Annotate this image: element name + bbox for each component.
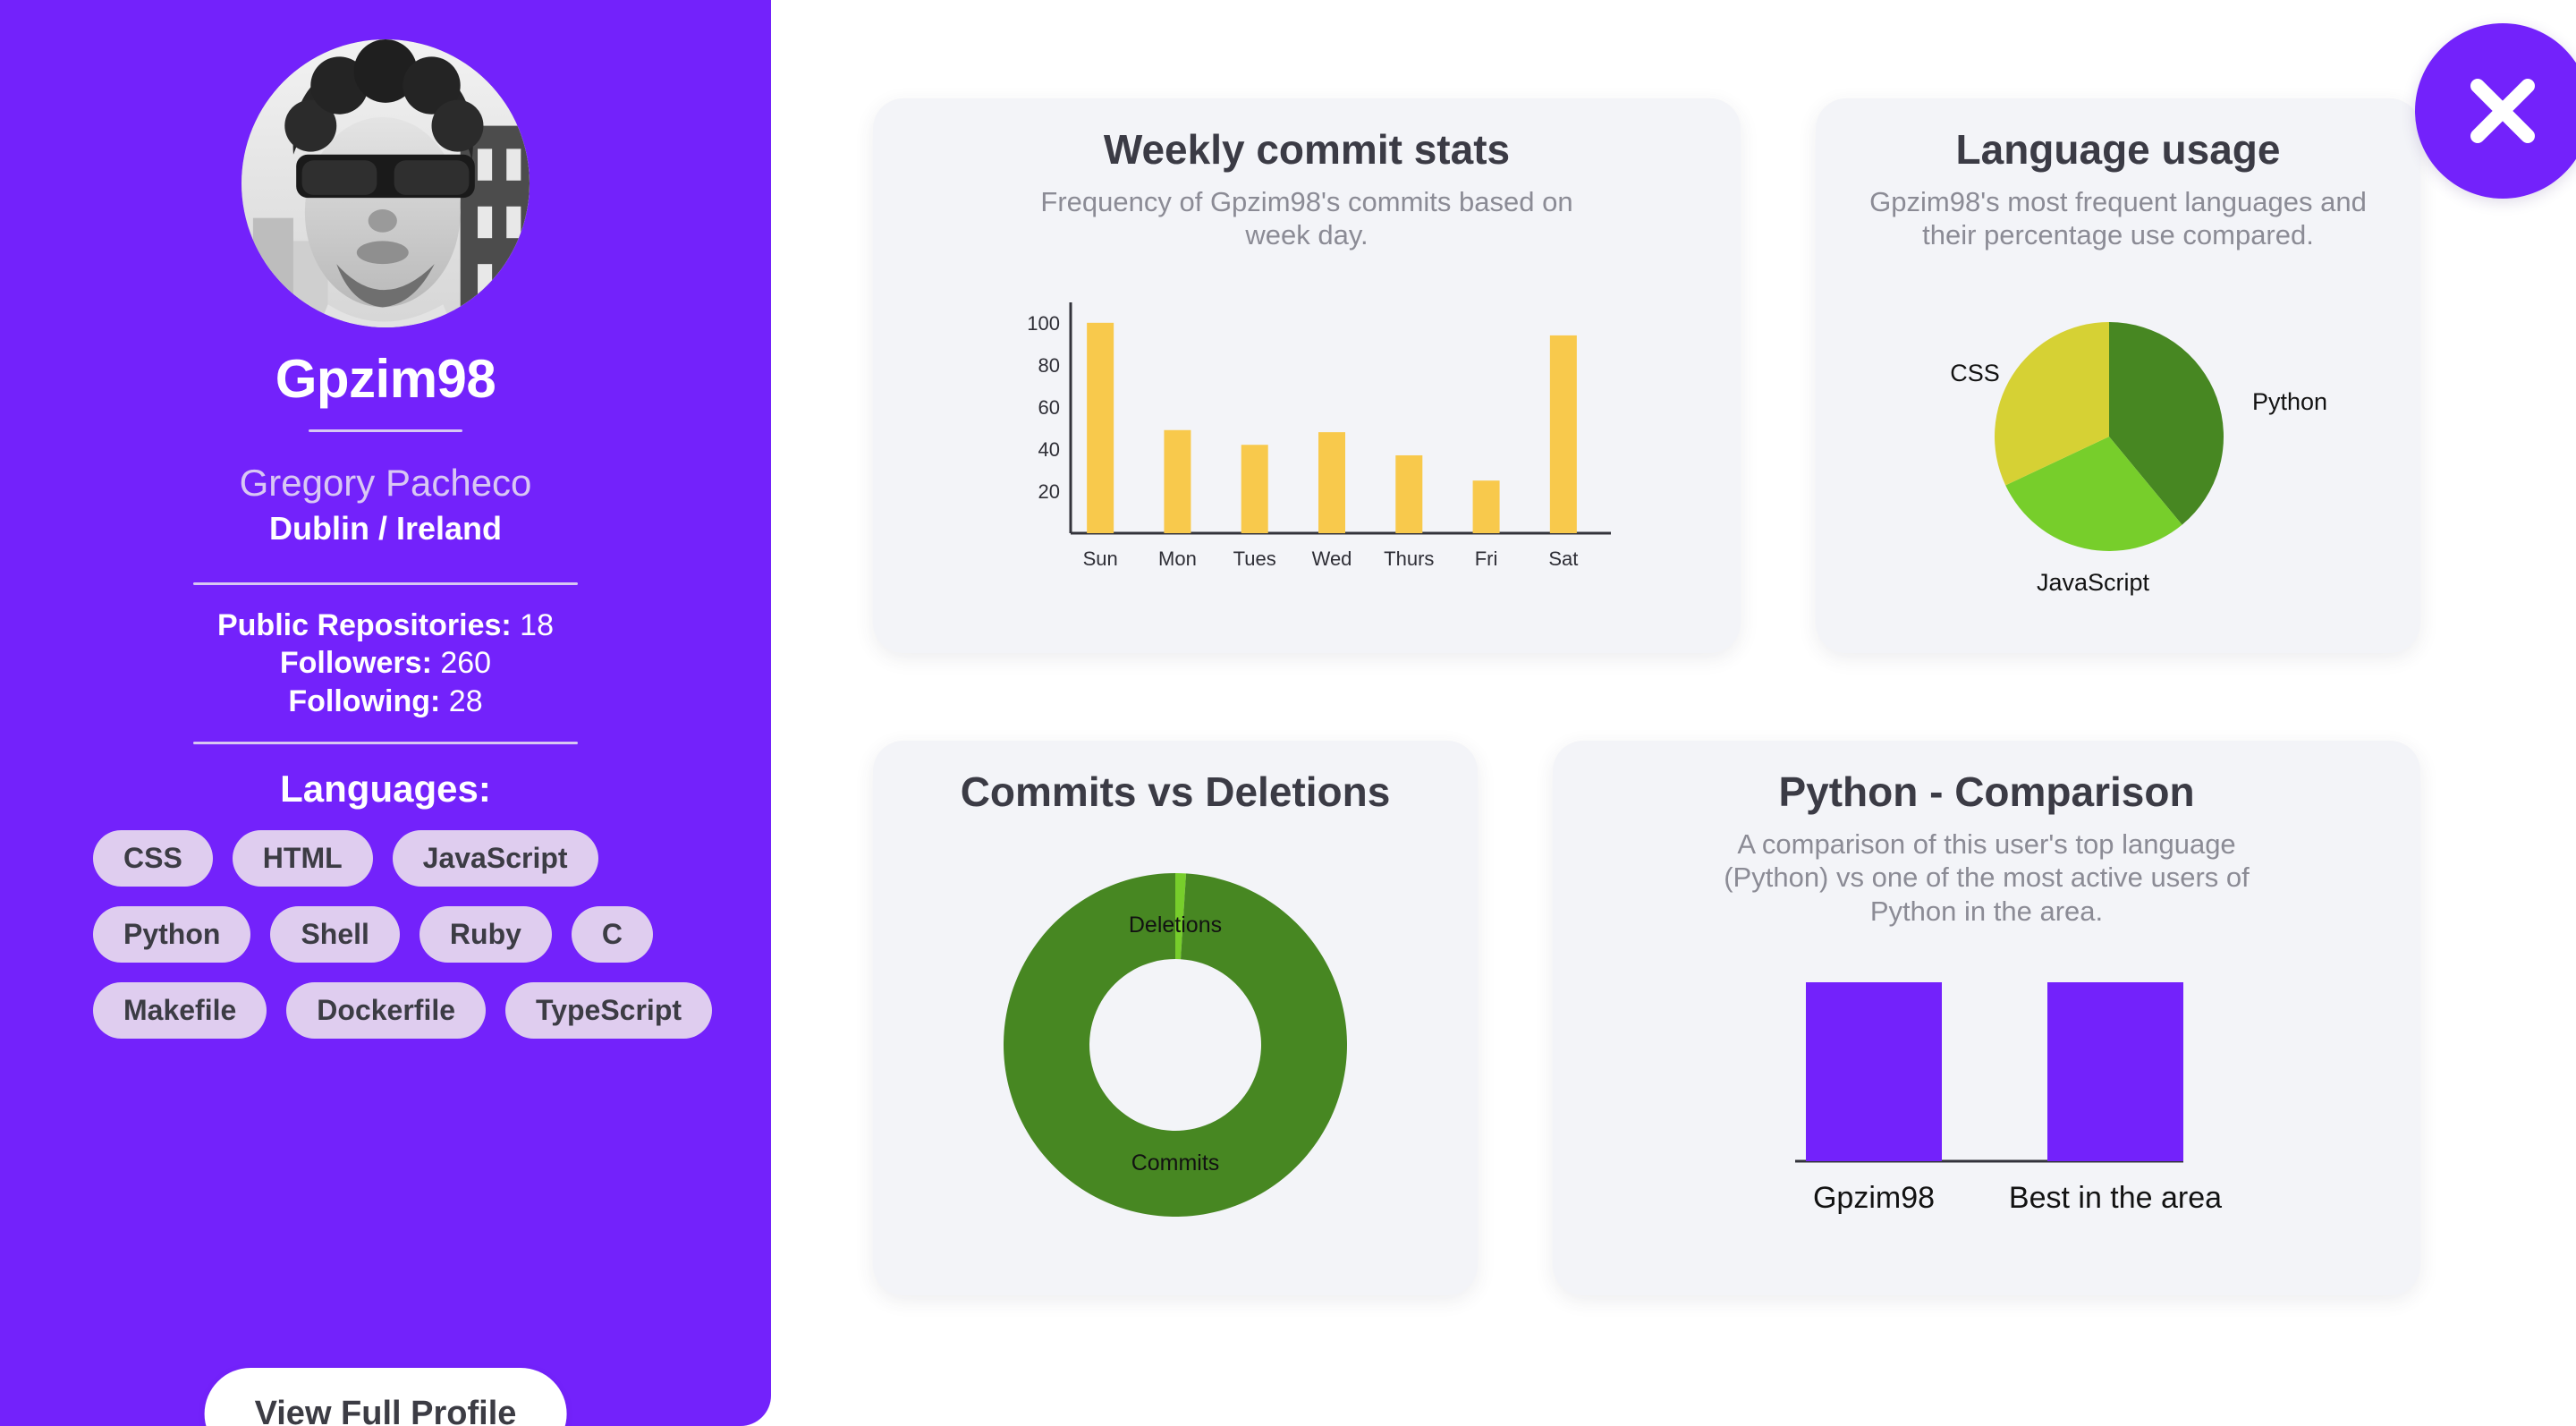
stat-value: 260 <box>440 646 492 681</box>
y-tick-label: 100 <box>1027 312 1060 335</box>
x-tick-label: Thurs <box>1384 547 1434 570</box>
language-pill-typescript[interactable]: TypeScript <box>505 982 713 1040</box>
card-title: Weekly commit stats <box>1103 126 1511 173</box>
python-comparison-bar-chart: Gpzim98 Best in the area <box>1580 929 2394 1272</box>
divider-stats-bottom <box>193 742 578 745</box>
stat-value: 28 <box>448 683 483 718</box>
languages-list: CSS HTML JavaScript Python Shell Ruby C … <box>43 830 728 1040</box>
divider-stats-top <box>193 581 578 585</box>
y-tick-label: 20 <box>1038 480 1060 503</box>
stat-label: Following: <box>288 683 441 718</box>
card-grid: Weekly commit stats Frequency of Gpzim98… <box>873 98 2508 1295</box>
card-title: Language usage <box>1955 126 2281 173</box>
profile-username: Gpzim98 <box>275 349 496 409</box>
x-tick-label: Gpzim98 <box>1813 1181 1935 1215</box>
donut-slice-label: Commits <box>1131 1150 1220 1176</box>
language-pill-ruby[interactable]: Ruby <box>419 906 552 963</box>
profile-full-name: Gregory Pacheco <box>239 462 532 504</box>
card-commits-vs-deletions: Commits vs Deletions Deletions Commits <box>873 741 1478 1295</box>
x-tick-label: Sun <box>1083 547 1118 570</box>
card-title: Python - Comparison <box>1778 768 2195 815</box>
charts-panel: Weekly commit stats Frequency of Gpzim98… <box>771 0 2576 1426</box>
card-subtitle: Frequency of Gpzim98's commits based on … <box>1040 185 1573 251</box>
bar <box>1806 982 1942 1162</box>
card-title: Commits vs Deletions <box>960 768 1391 815</box>
avatar <box>242 39 530 327</box>
language-pill-shell[interactable]: Shell <box>270 906 400 963</box>
bar <box>1549 335 1577 534</box>
bar <box>1472 480 1500 534</box>
language-pill-c[interactable]: C <box>571 906 654 963</box>
profile-location: Dublin / Ireland <box>268 510 502 547</box>
card-language-usage: Language usage Gpzim98's most frequent l… <box>1816 98 2420 653</box>
profile-sidebar: Gpzim98 Gregory Pacheco Dublin / Ireland… <box>0 0 771 1426</box>
stat-value: 18 <box>520 607 554 642</box>
language-pill-html[interactable]: HTML <box>232 830 373 887</box>
weekly-commit-bar-chart: 20 40 60 80 100 Sun Mon Tues Wed Thurs Fri Sat <box>900 252 1714 630</box>
pie-slice-label: JavaScript <box>2037 569 2150 596</box>
stat-following: Following: 28 <box>217 683 554 721</box>
profile-stats: Public Repositories: 18 Followers: 260 F… <box>217 607 554 721</box>
view-full-profile-button[interactable]: View Full Profile <box>204 1368 567 1426</box>
languages-heading: Languages: <box>280 768 491 811</box>
y-tick-label: 40 <box>1038 438 1060 461</box>
y-tick-label: 60 <box>1038 396 1060 419</box>
card-python-comparison: Python - Comparison A comparison of this… <box>1553 741 2420 1295</box>
bar <box>1318 432 1345 534</box>
bar <box>1087 322 1114 534</box>
language-pill-css[interactable]: CSS <box>93 830 213 887</box>
card-weekly-commit-stats: Weekly commit stats Frequency of Gpzim98… <box>873 98 1741 653</box>
donut-slice-label: Deletions <box>1129 912 1222 938</box>
stat-label: Followers: <box>279 646 432 681</box>
language-pill-makefile[interactable]: Makefile <box>93 982 267 1040</box>
card-subtitle: Gpzim98's most frequent languages and th… <box>1869 185 2367 251</box>
language-pill-javascript[interactable]: JavaScript <box>392 830 598 887</box>
card-subtitle: A comparison of this user's top language… <box>1724 828 2250 928</box>
language-pill-dockerfile[interactable]: Dockerfile <box>286 982 487 1040</box>
x-tick-label: Fri <box>1475 547 1498 570</box>
y-tick-label: 80 <box>1038 354 1060 377</box>
language-pill-python[interactable]: Python <box>93 906 251 963</box>
stat-public-repositories: Public Repositories: 18 <box>217 607 554 645</box>
stat-followers: Followers: 260 <box>217 644 554 683</box>
bar <box>1395 455 1423 534</box>
x-tick-label: Best in the area <box>2009 1181 2222 1215</box>
commits-vs-deletions-donut-chart: Deletions Commits <box>900 815 1451 1272</box>
profile-stats-dashboard: Gpzim98 Gregory Pacheco Dublin / Ireland… <box>0 0 2576 1426</box>
x-tick-label: Wed <box>1312 547 1352 570</box>
close-icon <box>2460 68 2546 154</box>
language-usage-pie-chart: Python JavaScript CSS <box>1843 252 2394 630</box>
divider-top <box>309 429 462 432</box>
x-tick-label: Tues <box>1233 547 1276 570</box>
bar <box>2047 982 2183 1162</box>
pie-slice-label: Python <box>2252 388 2327 415</box>
x-tick-label: Mon <box>1158 547 1197 570</box>
bar <box>1241 445 1268 534</box>
pie-slice-label: CSS <box>1950 360 2000 386</box>
bar <box>1164 429 1191 534</box>
x-tick-label: Sat <box>1548 547 1578 570</box>
stat-label: Public Repositories: <box>216 607 512 642</box>
